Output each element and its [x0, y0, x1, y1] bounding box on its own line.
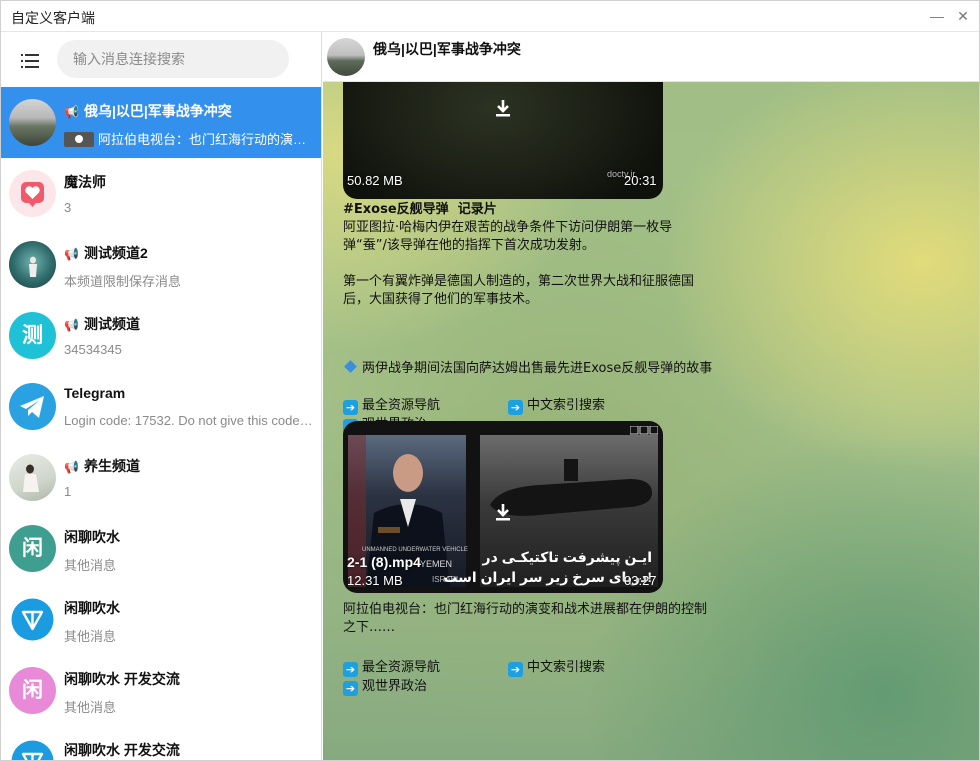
nav-link[interactable]: 中文索引搜索	[527, 398, 605, 413]
close-button[interactable]: ✕	[952, 5, 974, 27]
chat-title: 闲聊吹水 开发交流	[64, 742, 180, 758]
chat-preview: 阿拉伯电视台：也门红海行动的演变和战术进展都在伊朗的控制之下……	[98, 132, 314, 147]
chat-item-dev-chat-2[interactable]: 闲聊吹水 开发交流	[1, 726, 321, 760]
megaphone-icon: 📢	[64, 105, 79, 119]
chat-title: Telegram	[64, 385, 126, 401]
video-duration: 20:31	[624, 173, 657, 188]
chat-title: 测试频道	[83, 316, 140, 332]
chat-item-health-channel[interactable]: 📢 养生频道 1	[1, 442, 321, 513]
window-title: 自定义客户端	[11, 10, 95, 26]
channel-avatar[interactable]	[327, 38, 365, 76]
menu-icon[interactable]	[17, 52, 49, 70]
heart-avatar-icon	[9, 170, 56, 217]
chat-preview: Login code: 17532. Do not give this code…	[64, 413, 314, 428]
nav-link[interactable]: 观世界政治	[362, 679, 427, 694]
avatar	[9, 241, 56, 288]
avatar: 闲	[9, 525, 56, 572]
telegram-icon	[9, 383, 56, 430]
chat-preview: 34534345	[64, 342, 122, 357]
video-thumbnail-icon	[64, 132, 94, 147]
ton-icon	[9, 738, 56, 760]
chat-preview: 1	[64, 484, 72, 499]
chat-item-telegram[interactable]: Telegram Login code: 17532. Do not give …	[1, 371, 321, 442]
chat-sidebar: 📢 俄乌|以巴|军事战争冲突 阿拉伯电视台：也门红海行动的演变和战术进展都在伊朗的…	[1, 32, 322, 760]
nav-link[interactable]: 最全资源导航	[362, 660, 440, 675]
chat-item-dev-chat[interactable]: 闲 闲聊吹水 开发交流 其他消息	[1, 655, 321, 726]
chat-title: 测试频道2	[83, 245, 148, 261]
chat-panel: 俄乌|以巴|军事战争冲突 doctv.ir 50.82 MB 20:31 #Ex…	[323, 32, 979, 760]
chat-preview: 3	[64, 200, 72, 215]
chat-title: 养生频道	[83, 458, 140, 474]
chat-item-idle-chat-2[interactable]: 闲聊吹水 其他消息	[1, 584, 321, 655]
avatar	[9, 454, 56, 501]
chat-preview: 其他消息	[64, 558, 117, 573]
message-hashtag: #Exose反舰导弹 记录片	[343, 202, 497, 217]
avatar: 闲	[9, 667, 56, 714]
chat-title: 魔法师	[64, 174, 106, 190]
megaphone-icon: 📢	[64, 318, 79, 332]
message-caption: 阿拉伯电视台：也门红海行动的演变和战术进展都在伊朗的控制 之下……	[343, 602, 708, 635]
chat-header-title: 俄乌|以巴|军事战争冲突	[373, 41, 521, 57]
app-window: 自定义客户端 — ✕ 📢 俄乌|以巴|军事战争冲突 阿拉伯电视台：也门红海行动的演…	[0, 0, 980, 761]
nav-link[interactable]: 最全资源导航	[362, 398, 440, 413]
minimize-button[interactable]: —	[926, 5, 948, 27]
nav-link[interactable]: 中文索引搜索	[527, 660, 605, 675]
chat-preview: 本频道限制保存消息	[64, 274, 182, 289]
overlay-en-text: YEMEN	[420, 559, 453, 569]
chat-title: 闲聊吹水	[64, 529, 120, 545]
video-message-2[interactable]: UNMANNED UNDERWATER VEHICLE YEMEN ISRAEL…	[343, 421, 663, 593]
overlay-fa-text: ایـن پیشرفت تاکتیکـی در	[482, 549, 652, 565]
title-bar: 自定义客户端 — ✕	[1, 1, 979, 32]
message-bullet: 两伊战争期间法国向萨达姆出售最先进Exose反舰导弹的故事	[362, 361, 713, 376]
megaphone-icon: 📢	[64, 460, 79, 474]
avatar	[9, 99, 56, 146]
chat-preview: 其他消息	[64, 629, 117, 644]
chat-title: 闲聊吹水 开发交流	[64, 671, 180, 687]
message-body: 阿亚图拉·哈梅内伊在艰苦的战争条件下访问伊朗第一枚导 弹“蚕”/该导弹在他的指挥…	[343, 220, 695, 307]
chat-item-war-channel[interactable]: 📢 俄乌|以巴|军事战争冲突 阿拉伯电视台：也门红海行动的演变和战术进展都在伊朗的…	[1, 87, 321, 158]
chat-preview: 其他消息	[64, 700, 117, 715]
pip-controls-icon[interactable]	[630, 426, 658, 435]
megaphone-icon: 📢	[64, 247, 79, 261]
video-duration: 03:27	[624, 573, 657, 588]
file-name: 2-1 (8).mp4	[347, 554, 421, 570]
chat-item-test-channel[interactable]: 测 📢 测试频道 34534345	[1, 300, 321, 371]
search-input[interactable]	[57, 40, 289, 78]
arrow-right-icon: ➔	[508, 662, 523, 677]
arrow-right-icon: ➔	[343, 681, 358, 696]
overlay-en-text: UNMANNED UNDERWATER VEHICLE	[362, 547, 468, 553]
file-size: 50.82 MB	[347, 173, 403, 188]
chat-title: 俄乌|以巴|军事战争冲突	[83, 103, 232, 119]
file-size: 12.31 MB	[347, 573, 403, 588]
chat-title: 闲聊吹水	[64, 600, 120, 616]
download-icon[interactable]	[493, 502, 513, 522]
chat-item-idle-chat[interactable]: 闲 闲聊吹水 其他消息	[1, 513, 321, 584]
avatar: 测	[9, 312, 56, 359]
message-list: doctv.ir 50.82 MB 20:31 #Exose反舰导弹 记录片 阿…	[323, 68, 979, 760]
diamond-icon	[344, 360, 357, 373]
chat-list: 📢 俄乌|以巴|军事战争冲突 阿拉伯电视台：也门红海行动的演变和战术进展都在伊朗的…	[1, 87, 321, 760]
arrow-right-icon: ➔	[508, 400, 523, 415]
download-icon[interactable]	[493, 98, 513, 118]
chat-item-magician[interactable]: 魔法师 3	[1, 158, 321, 229]
overlay-fa-text: دریای سرخ زیر سر ایران است!	[443, 569, 652, 585]
ton-icon	[9, 596, 56, 643]
video-message-1[interactable]: doctv.ir 50.82 MB 20:31	[343, 68, 663, 199]
chat-item-test-channel-2[interactable]: 📢 测试频道2 本频道限制保存消息	[1, 229, 321, 300]
chat-header: 俄乌|以巴|军事战争冲突	[323, 32, 979, 82]
